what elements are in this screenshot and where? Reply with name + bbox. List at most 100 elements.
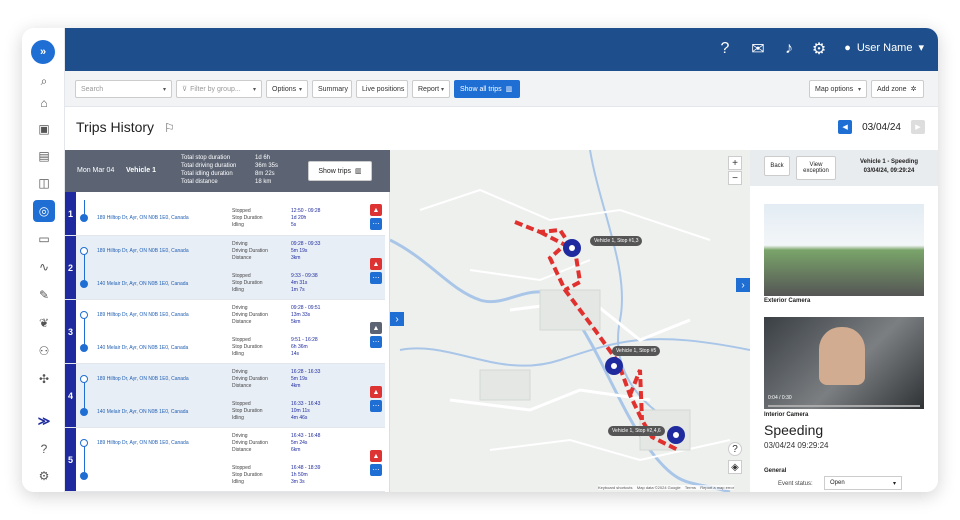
map-view[interactable]: Vehicle 1, Stop #1,3 Vehicle 1, Stop #5 … <box>390 150 750 492</box>
leaf-icon[interactable]: ❦ <box>33 312 55 334</box>
page-header: Trips History ⚐ ◀ 03/04/24 ▶ <box>65 107 938 150</box>
trip-labels: Stopped Stop Duration Idling <box>232 208 263 228</box>
layers-icon[interactable]: ◈ <box>728 460 742 474</box>
route-icon[interactable]: ∿ <box>33 256 55 278</box>
bell-icon[interactable]: ♪ <box>779 39 799 59</box>
trip-list: 1 189 Hilltop Dr, Ayr, ON N0B 1E0, Canad… <box>65 192 390 492</box>
sidebar: » ⌕ ⌂ ▣ ▤ ◫ ◎ ▭ ∿ ✎ ❦ ⚇ ✣ ≫ ? ⚙ <box>22 28 65 492</box>
stop-labels: Stopped Stop Duration Idling <box>232 465 263 485</box>
trip-end-address[interactable]: 140 Melair Dr, Ayr, ON N0B 1E0, Canada <box>97 345 188 351</box>
driver-face <box>819 327 865 385</box>
vehicle-icon[interactable]: ▣ <box>33 118 55 140</box>
trip-values: 16:43 - 16:48 5m 24s 6km <box>291 433 321 453</box>
summary-labels: Total stop duration Total driving durati… <box>181 155 237 185</box>
bookmark-icon[interactable]: ◫ <box>33 172 55 194</box>
trip-start-address[interactable]: 189 Hilltop Dr, Ayr, ON N0B 1E0, Canada <box>97 312 189 318</box>
live-label: Live positions <box>362 85 405 93</box>
chevron-down-icon: ▾ <box>162 86 166 93</box>
trip-row[interactable]: 2 189 Hilltop Dr, Ayr, ON N0B 1E0, Canad… <box>65 236 385 300</box>
view-exception-button[interactable]: View exception <box>796 156 836 180</box>
help-circle-icon[interactable]: ? <box>715 39 735 59</box>
stop-246-label[interactable]: Vehicle 1, Stop #2,4,6 <box>608 426 665 436</box>
options-button[interactable]: Options ▾ <box>266 80 308 98</box>
show-trips-button[interactable]: Show trips ▥ <box>308 161 372 181</box>
zoom-in-button[interactable]: + <box>728 156 742 170</box>
trip-row[interactable]: 1 189 Hilltop Dr, Ayr, ON N0B 1E0, Canad… <box>65 192 385 236</box>
expand-panel-button[interactable]: › <box>736 278 750 292</box>
more-button[interactable]: ⋯ <box>370 336 382 348</box>
gear-icon: ✲ <box>910 86 917 93</box>
view-exception-label: View exception <box>803 162 829 174</box>
trip-start-address[interactable]: 189 Hilltop Dr, Ayr, ON N0B 1E0, Canada <box>97 376 189 382</box>
more-button[interactable]: ⋯ <box>370 400 382 412</box>
search-input[interactable]: Search ▾ <box>75 80 172 98</box>
globe-icon[interactable]: ◎ <box>33 200 55 222</box>
expand-sidebar-icon[interactable]: » <box>31 40 55 64</box>
event-status-select[interactable]: Open ▾ <box>824 476 902 490</box>
search-placeholder: Search <box>81 85 104 93</box>
help-icon[interactable]: ? <box>33 438 55 460</box>
more-button[interactable]: ⋯ <box>370 218 382 230</box>
timeline-line <box>84 200 85 214</box>
back-button[interactable]: Back <box>764 156 790 176</box>
map-footer: Keyboard shortcuts Map data ©2024 Google… <box>598 485 735 490</box>
trip-row[interactable]: 4 189 Hilltop Dr, Ayr, ON N0B 1E0, Canad… <box>65 364 385 428</box>
options-label: Options <box>272 85 297 93</box>
settings-icon[interactable]: ⚙ <box>33 465 55 487</box>
next-date-button[interactable]: ▶ <box>911 120 925 134</box>
warning-icon[interactable]: ▲ <box>370 258 382 270</box>
warning-icon[interactable]: ▲ <box>370 204 382 216</box>
help-icon[interactable]: ? <box>728 442 742 456</box>
gear-icon[interactable]: ⚙ <box>809 39 829 59</box>
map-options-button[interactable]: Map options ▾ <box>809 80 867 98</box>
report-icon[interactable]: ▭ <box>33 228 55 250</box>
trip-row[interactable]: 3 189 Hilltop Dr, Ayr, ON N0B 1E0, Canad… <box>65 300 385 364</box>
filter-group-select[interactable]: ⊽ Filter by group... ▾ <box>176 80 262 98</box>
filter-icon: ⊽ <box>182 86 188 93</box>
stop-5-label[interactable]: Vehicle 1, Stop #5 <box>612 346 661 356</box>
warning-icon[interactable]: ▲ <box>370 386 382 398</box>
more-button[interactable]: ⋯ <box>370 464 382 476</box>
video-time: 0:04 / 0:30 <box>768 395 792 401</box>
trip-number: 2 <box>65 236 76 299</box>
trip-end-address[interactable]: 140 Melair Dr, Ayr, ON N0B 1E0, Canada <box>97 409 188 415</box>
summary-label: Summary <box>318 85 348 93</box>
map-icon[interactable]: ▤ <box>33 145 55 167</box>
prev-date-button[interactable]: ◀ <box>838 120 853 134</box>
summary-date: Mon Mar 04 <box>77 167 115 174</box>
stop-values: 16:48 - 18:39 1h 50m 3m 3s <box>291 465 321 485</box>
toolbar: Search ▾ ⊽ Filter by group... ▾ Options ▾ Su… <box>65 71 938 107</box>
timeline-dot <box>80 280 88 288</box>
stop-1-label[interactable]: Vehicle 1, Stop #1,3 <box>590 236 643 246</box>
mail-icon[interactable]: ✉ <box>748 39 768 59</box>
wrench-icon[interactable]: ✎ <box>33 284 55 306</box>
live-positions-button[interactable]: Live positions <box>356 80 408 98</box>
summary-button[interactable]: Summary <box>312 80 352 98</box>
more-button[interactable]: ⋯ <box>370 272 382 284</box>
add-zone-button[interactable]: Add zone ✲ <box>871 80 924 98</box>
exterior-camera-image[interactable] <box>764 204 924 296</box>
report-button[interactable]: Report ▾ <box>412 80 450 98</box>
trip-end-address[interactable]: 140 Melair Dr, Ayr, ON N0B 1E0, Canada <box>97 281 188 287</box>
trip-summary-header: Mon Mar 04 Vehicle 1 Total stop duration… <box>65 150 390 192</box>
trip-start-address[interactable]: 189 Hilltop Dr, Ayr, ON N0B 1E0, Canada <box>97 248 189 254</box>
show-all-trips-button[interactable]: Show all trips ▥ <box>454 80 520 98</box>
users-icon[interactable]: ⚇ <box>33 340 55 362</box>
trip-start-address[interactable]: 189 Hilltop Dr, Ayr, ON N0B 1E0, Canada <box>97 440 189 446</box>
trip-warning-icon[interactable]: ▲ <box>370 322 382 334</box>
top-bar: ? ✉ ♪ ⚙ ● User Name ▾ <box>65 28 938 71</box>
collapse-panel-button[interactable]: › <box>390 312 404 326</box>
page-title: Trips History <box>76 119 155 135</box>
warning-icon[interactable]: ▲ <box>370 450 382 462</box>
event-status-value: Open <box>830 480 845 486</box>
video-progress[interactable] <box>768 405 920 407</box>
puzzle-icon[interactable]: ✣ <box>33 368 55 390</box>
interior-camera-video[interactable]: 0:04 / 0:30 <box>764 317 924 409</box>
search-icon[interactable]: ⌕ <box>33 70 55 92</box>
trip-row[interactable]: 5 189 Hilltop Dr, Ayr, ON N0B 1E0, Canad… <box>65 428 385 492</box>
bookmark-icon[interactable]: ⚐ <box>164 121 175 135</box>
user-menu[interactable]: ● User Name ▾ <box>844 41 924 55</box>
trip-address[interactable]: 189 Hilltop Dr, Ayr, ON N0B 1E0, Canada <box>97 215 189 221</box>
zoom-out-button[interactable]: − <box>728 171 742 185</box>
home-icon[interactable]: ⌂ <box>33 92 55 114</box>
